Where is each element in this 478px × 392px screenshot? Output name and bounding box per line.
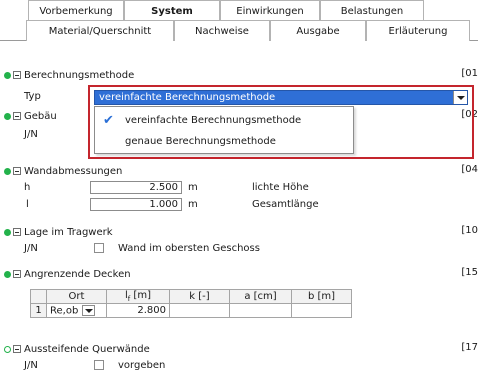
status-dot-icon xyxy=(4,228,11,236)
collapse-toggle-icon[interactable] xyxy=(13,270,21,278)
jn-label: J/N xyxy=(24,243,38,254)
section-ref: [15 xyxy=(461,267,478,278)
l-description: Gesamtlänge xyxy=(252,199,319,210)
h-unit: m xyxy=(188,182,198,193)
tab-nachweise[interactable]: Nachweise xyxy=(174,20,270,41)
section-gebaeude: Gebäu xyxy=(4,109,57,123)
column-header-k: k [-] xyxy=(169,289,230,304)
typ-label: Typ xyxy=(24,91,41,102)
section-title: Wandabmessungen xyxy=(24,165,123,177)
status-dot-icon xyxy=(4,71,11,79)
section-title: Angrenzende Decken xyxy=(24,268,131,280)
tab-bar-main: Vorbemerkung System Einwirkungen Belastu… xyxy=(0,0,478,21)
status-dot-icon xyxy=(4,270,11,278)
option-label: vereinfachte Berechnungsmethode xyxy=(125,114,302,126)
l-symbol: l xyxy=(26,199,29,210)
l-unit: m xyxy=(188,199,198,210)
collapse-toggle-icon[interactable] xyxy=(13,112,21,120)
l-input[interactable]: 1.000 xyxy=(90,198,182,211)
column-header-ort: Ort xyxy=(46,289,107,304)
typ-dropdown-list: ✔ vereinfachte Berechnungsmethode genaue… xyxy=(94,106,354,154)
section-ref: [10 xyxy=(461,225,478,236)
status-dot-icon xyxy=(4,112,11,120)
status-dot-icon xyxy=(4,345,11,353)
dropdown-option-genau[interactable]: genaue Berechnungsmethode xyxy=(95,131,353,151)
collapse-toggle-icon[interactable] xyxy=(13,167,21,175)
chevron-down-icon[interactable] xyxy=(82,304,96,316)
tab-belastungen[interactable]: Belastungen xyxy=(320,0,424,21)
table-corner xyxy=(30,289,47,304)
tab-material-querschnitt[interactable]: Material/Querschnitt xyxy=(26,20,174,41)
section-title: Gebäu xyxy=(24,110,57,122)
decken-table: Ort lf [m] k [-] a [cm] b [m] 1 Re,ob 2.… xyxy=(30,289,352,318)
b-cell[interactable] xyxy=(291,303,352,318)
tab-bar-sub: Material/Querschnitt Nachweise Ausgabe E… xyxy=(0,20,478,41)
chevron-down-icon[interactable] xyxy=(453,91,467,104)
section-title: Berechnungsmethode xyxy=(24,69,135,81)
section-aussteifende-querwaende: Aussteifende Querwände xyxy=(4,342,150,356)
section-title: Lage im Tragwerk xyxy=(24,226,113,238)
section-ref: [02 xyxy=(461,109,478,120)
column-header-b: b [m] xyxy=(291,289,352,304)
table-row: 1 Re,ob 2.800 xyxy=(30,303,352,318)
querwaende-vorgeben-checkbox[interactable] xyxy=(94,360,104,370)
h-description: lichte Höhe xyxy=(252,182,309,193)
lf-cell[interactable]: 2.800 xyxy=(106,303,170,318)
column-header-a: a [cm] xyxy=(229,289,292,304)
checkmark-icon: ✔ xyxy=(103,113,114,128)
ort-value: Re,ob xyxy=(50,305,79,317)
column-header-lf-unit: [m] xyxy=(130,290,151,301)
tab-einwirkungen[interactable]: Einwirkungen xyxy=(220,0,320,21)
column-header-lf: lf [m] xyxy=(106,289,170,304)
table-header-row: Ort lf [m] k [-] a [cm] b [m] xyxy=(30,289,352,304)
a-cell[interactable] xyxy=(229,303,292,318)
section-berechnungsmethode: Berechnungsmethode xyxy=(4,68,134,82)
section-lage-im-tragwerk: Lage im Tragwerk xyxy=(4,225,113,239)
typ-select-value: vereinfachte Berechnungsmethode xyxy=(99,92,276,103)
k-cell[interactable] xyxy=(169,303,230,318)
jn-label: J/N xyxy=(24,360,38,371)
collapse-toggle-icon[interactable] xyxy=(13,345,21,353)
section-ref: [04 xyxy=(461,164,478,175)
tab-erlaeuterung[interactable]: Erläuterung xyxy=(366,20,470,41)
section-ref: [01 xyxy=(461,68,478,79)
oberstes-geschoss-checkbox[interactable] xyxy=(94,243,104,253)
section-ref: [17 xyxy=(461,342,478,353)
querwaende-vorgeben-label: vorgeben xyxy=(118,360,166,371)
oberstes-geschoss-label: Wand im obersten Geschoss xyxy=(118,243,260,254)
tab-vorbemerkung[interactable]: Vorbemerkung xyxy=(28,0,124,21)
h-symbol: h xyxy=(24,182,31,193)
section-angrenzende-decken: Angrenzende Decken xyxy=(4,267,131,281)
tab-ausgabe[interactable]: Ausgabe xyxy=(270,20,366,41)
row-number: 1 xyxy=(30,303,47,318)
collapse-toggle-icon[interactable] xyxy=(13,228,21,236)
tab-system[interactable]: System xyxy=(124,0,220,21)
h-input[interactable]: 2.500 xyxy=(90,181,182,194)
dropdown-option-vereinfacht[interactable]: ✔ vereinfachte Berechnungsmethode xyxy=(95,110,353,130)
section-title: Aussteifende Querwände xyxy=(24,343,150,355)
section-wandabmessungen: Wandabmessungen xyxy=(4,164,122,178)
jn-label: J/N xyxy=(24,129,38,140)
typ-select[interactable]: vereinfachte Berechnungsmethode xyxy=(94,90,468,105)
ort-cell[interactable]: Re,ob xyxy=(46,303,107,318)
status-dot-icon xyxy=(4,167,11,175)
collapse-toggle-icon[interactable] xyxy=(13,71,21,79)
option-label: genaue Berechnungsmethode xyxy=(125,135,276,147)
